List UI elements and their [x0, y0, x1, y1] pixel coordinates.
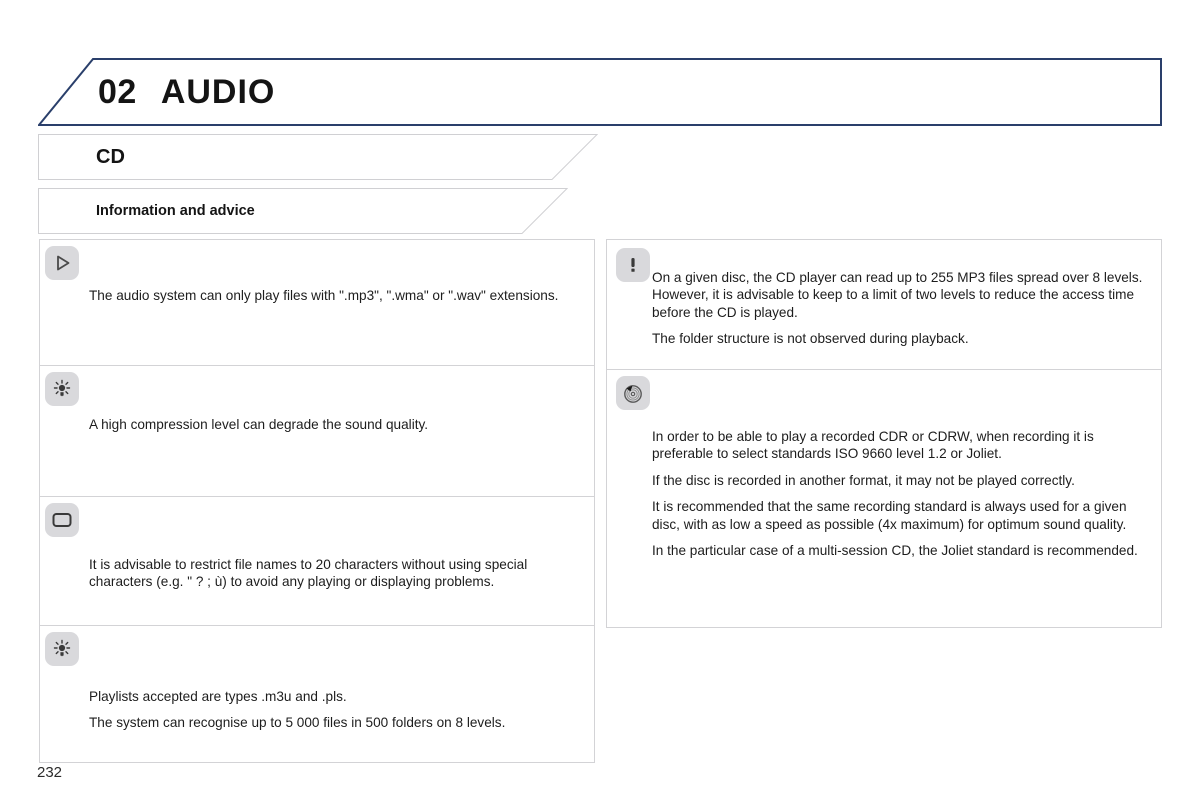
note-block: Playlists accepted are types .m3u and .p… [40, 626, 594, 762]
note-block: On a given disc, the CD player can read … [607, 240, 1161, 370]
chapter-number: 02 [98, 73, 137, 111]
note-paragraph: Playlists accepted are types .m3u and .p… [89, 689, 347, 704]
manual-page: 02 AUDIO CD Information and advice The a… [0, 0, 1200, 800]
subsection-title: Information and advice [96, 203, 255, 219]
section-ribbon-cd: CD [38, 134, 598, 180]
page-number: 232 [37, 764, 63, 781]
warning-exclamation-icon [616, 248, 650, 282]
note-paragraph: On a given disc, the CD player can read … [652, 270, 1143, 320]
note-block: A high compression level can degrade the… [40, 366, 594, 497]
note-text: A high compression level can degrade the… [89, 416, 580, 433]
chapter-title: 02 AUDIO [98, 58, 275, 126]
section-title: CD [96, 145, 125, 168]
note-paragraph: The folder structure is not observed dur… [652, 331, 969, 347]
light-bulb-icon [45, 632, 79, 666]
play-triangle-icon [45, 246, 79, 280]
note-text: It is advisable to restrict file names t… [89, 556, 580, 591]
note-paragraph: In the particular case of a multi-sessio… [652, 542, 1138, 558]
note-paragraph: A high compression level can degrade the… [89, 417, 429, 432]
note-paragraph: It is advisable to restrict file names t… [89, 557, 528, 590]
display-screen-icon [45, 503, 79, 537]
note-text: The audio system can only play files wit… [89, 287, 580, 304]
cd-recording-icon [616, 376, 650, 410]
note-text: In order to be able to play a recorded C… [652, 428, 1149, 559]
note-paragraph: The audio system can only play files wit… [89, 288, 559, 303]
note-block: It is advisable to restrict file names t… [40, 497, 594, 626]
chapter-name: AUDIO [160, 73, 276, 111]
note-block: The audio system can only play files wit… [40, 240, 594, 366]
chapter-header-banner: 02 AUDIO [38, 58, 1162, 126]
note-paragraph: In order to be able to play a recorded C… [652, 429, 1094, 462]
right-content-column: On a given disc, the CD player can read … [606, 239, 1162, 628]
left-content-column: The audio system can only play files wit… [39, 239, 595, 763]
section-ribbon-information-advice: Information and advice [38, 188, 568, 234]
light-bulb-icon [45, 372, 79, 406]
note-paragraph: If the disc is recorded in another forma… [652, 472, 1075, 488]
note-block: In order to be able to play a recorded C… [607, 370, 1161, 627]
note-text: On a given disc, the CD player can read … [652, 269, 1149, 348]
note-text: Playlists accepted are types .m3u and .p… [89, 688, 580, 732]
note-paragraph: It is recommended that the same recordin… [652, 499, 1127, 532]
note-paragraph: The system can recognise up to 5 000 fil… [89, 715, 506, 731]
